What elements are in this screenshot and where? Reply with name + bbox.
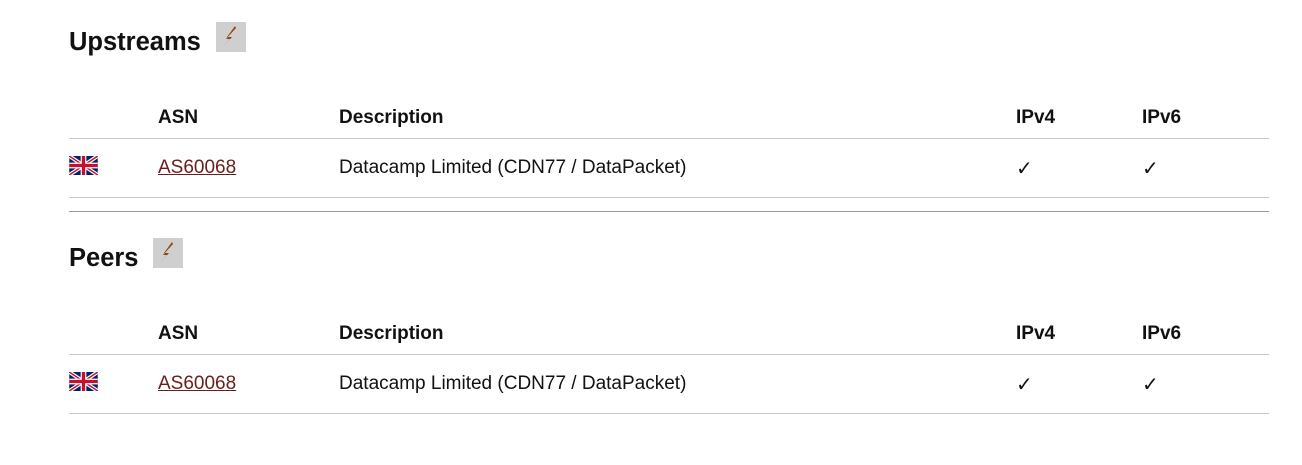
ipv4-check: ✓ [1016, 372, 1033, 396]
ipv6-check: ✓ [1142, 156, 1159, 180]
asn-link[interactable]: AS60068 [158, 373, 236, 394]
header-ipv6: IPv6 [1142, 323, 1182, 344]
asn-link[interactable]: AS60068 [158, 157, 236, 178]
upstreams-heading-row: Upstreams [69, 22, 1269, 62]
peers-section: Peers ASN Description IPv4 IPv6 AS60068 … [69, 238, 1269, 414]
flag-cell [69, 371, 158, 391]
section-divider [69, 211, 1269, 212]
peers-table: ASN Description IPv4 IPv6 AS60068 Dataca… [69, 320, 1269, 414]
upstreams-section: Upstreams ASN Description IPv4 IPv6 AS60… [69, 22, 1269, 198]
header-flag-cell [69, 320, 158, 323]
header-description: Description [339, 107, 444, 128]
peers-heading-row: Peers [69, 238, 1269, 278]
ipv6-check: ✓ [1142, 372, 1159, 396]
page: Upstreams ASN Description IPv4 IPv6 AS60… [0, 0, 1302, 465]
table-row: AS60068 Datacamp Limited (CDN77 / DataPa… [69, 355, 1269, 414]
header-asn: ASN [158, 107, 199, 128]
flag-cell [69, 155, 158, 175]
description-cell: Datacamp Limited (CDN77 / DataPacket) [339, 373, 687, 394]
header-ipv4: IPv4 [1016, 323, 1056, 344]
description-cell: Datacamp Limited (CDN77 / DataPacket) [339, 157, 687, 178]
peers-title: Peers [69, 244, 139, 272]
header-description: Description [339, 323, 444, 344]
asn-cell: AS60068 [158, 157, 339, 179]
table-header: ASN Description IPv4 IPv6 [69, 320, 1269, 355]
header-asn: ASN [158, 323, 199, 344]
lightning-bolt-icon[interactable] [153, 238, 184, 268]
uk-flag-icon [69, 155, 98, 175]
header-ipv4: IPv4 [1016, 107, 1056, 128]
asn-cell: AS60068 [158, 373, 339, 395]
upstreams-table: ASN Description IPv4 IPv6 AS60068 Dataca… [69, 104, 1269, 198]
lightning-bolt-icon[interactable] [215, 22, 246, 52]
uk-flag-icon [69, 371, 98, 391]
header-flag-cell [69, 104, 158, 107]
ipv4-check: ✓ [1016, 156, 1033, 180]
header-ipv6: IPv6 [1142, 107, 1182, 128]
table-row: AS60068 Datacamp Limited (CDN77 / DataPa… [69, 139, 1269, 198]
upstreams-title: Upstreams [69, 28, 201, 56]
table-header: ASN Description IPv4 IPv6 [69, 104, 1269, 139]
